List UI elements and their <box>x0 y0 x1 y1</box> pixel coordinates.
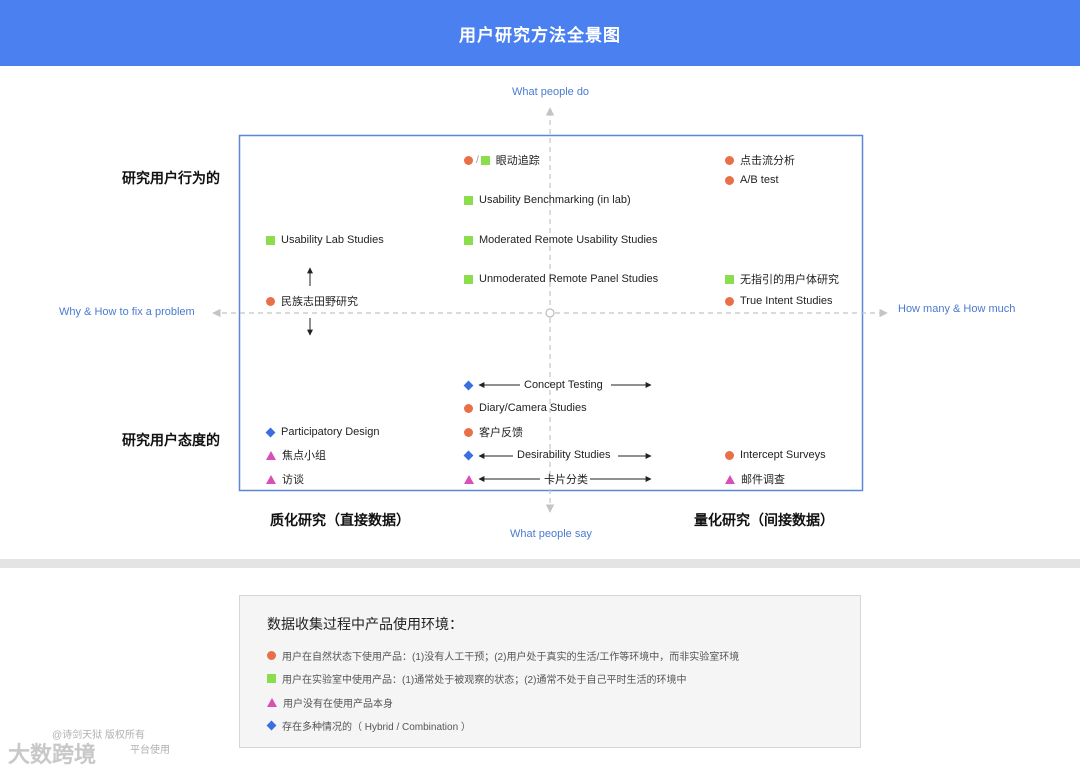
circle-marker <box>725 296 734 306</box>
method-usability-benchmarking: Usability Benchmarking (in lab) <box>464 193 631 207</box>
circle-marker <box>464 155 473 165</box>
legend-text: 用户在实验室中使用产品：(1)通常处于被观察的状态；(2)通常不处于自己平时生活… <box>282 675 687 686</box>
row-label-attitude: 研究用户态度的 <box>122 432 220 448</box>
method-label: 焦点小组 <box>282 450 326 462</box>
square-marker <box>267 674 276 683</box>
method-intercept-surveys: Intercept Surveys <box>725 448 826 462</box>
slash-separator: / <box>476 154 479 166</box>
square-marker <box>464 195 473 205</box>
method-participatory-design: Participatory Design <box>265 425 380 439</box>
diamond-marker <box>463 380 474 390</box>
legend-panel: 数据收集过程中产品使用环境： 用户在自然状态下使用产品：(1)没有人工干预；(2… <box>239 595 861 748</box>
method-label: Diary/Camera Studies <box>479 402 587 414</box>
triangle-marker <box>267 698 277 707</box>
diamond-marker <box>265 427 276 437</box>
method-label: True Intent Studies <box>740 295 833 307</box>
method-label: 无指引的用户体研究 <box>740 274 839 286</box>
method-focus-group: 焦点小组 <box>266 448 326 462</box>
method-label: A/B test <box>740 174 779 186</box>
method-label: Usability Lab Studies <box>281 234 384 246</box>
method-ethnographic: 民族志田野研究 <box>266 294 358 308</box>
watermark-logo: 大数跨境 <box>8 742 97 767</box>
legend-item-square: 用户在实验室中使用产品：(1)通常处于被观察的状态；(2)通常不处于自己平时生活… <box>267 671 686 686</box>
axis-origin <box>545 308 555 318</box>
circle-marker <box>267 651 276 660</box>
page-title: 用户研究方法全景图 <box>459 25 621 45</box>
circle-marker <box>725 175 734 185</box>
method-usability-lab: Usability Lab Studies <box>266 233 384 247</box>
column-label-quantitative: 量化研究（间接数据） <box>694 512 834 528</box>
circle-marker <box>464 427 473 437</box>
legend-item-diamond: 存在多种情况的（ Hybrid / Combination ） <box>266 718 471 733</box>
legend-text: 存在多种情况的（ Hybrid / Combination ） <box>282 722 471 733</box>
column-label-qualitative: 质化研究（直接数据） <box>270 512 410 528</box>
method-card-sorting <box>464 472 480 486</box>
method-label: 邮件调查 <box>741 474 785 486</box>
method-customer-feedback: 客户反馈 <box>464 425 523 439</box>
method-desirability-label: Desirability Studies <box>517 449 611 461</box>
triangle-marker <box>725 474 735 484</box>
method-label: 访谈 <box>282 474 304 486</box>
square-marker <box>725 274 734 284</box>
row-label-behavior: 研究用户行为的 <box>122 170 220 186</box>
legend-text: 用户在自然状态下使用产品：(1)没有人工干预；(2)用户处于真实的生活/工作等环… <box>282 652 740 663</box>
method-eye-tracking: / 眼动追踪 <box>464 153 540 167</box>
section-divider <box>0 559 1080 568</box>
method-label: Usability Benchmarking (in lab) <box>479 194 631 206</box>
method-unmoderated-remote: Unmoderated Remote Panel Studies <box>464 272 658 286</box>
square-marker <box>480 155 490 165</box>
square-marker <box>464 235 473 245</box>
method-card-sorting-label: 卡片分类 <box>544 474 588 486</box>
legend-item-circle: 用户在自然状态下使用产品：(1)没有人工干预；(2)用户处于真实的生活/工作等环… <box>267 648 739 663</box>
method-label: Unmoderated Remote Panel Studies <box>479 273 659 285</box>
method-moderated-remote: Moderated Remote Usability Studies <box>464 233 658 247</box>
method-concept-testing <box>463 378 479 392</box>
legend-item-triangle: 用户没有在使用产品本身 <box>267 695 393 710</box>
axis-label-bottom: What people say <box>510 528 592 540</box>
method-label: Moderated Remote Usability Studies <box>479 234 658 246</box>
triangle-marker <box>266 474 276 484</box>
method-desirability <box>463 448 479 462</box>
method-diary-camera: Diary/Camera Studies <box>464 401 587 415</box>
method-unguided-ux: 无指引的用户体研究 <box>725 272 839 286</box>
triangle-marker <box>266 450 276 460</box>
axis-label-top: What people do <box>512 86 590 98</box>
method-label: 眼动追踪 <box>495 155 540 167</box>
method-concept-testing-label: Concept Testing <box>524 379 603 391</box>
method-email-survey: 邮件调查 <box>725 472 785 486</box>
method-label: 客户反馈 <box>479 427 523 439</box>
method-ab-test: A/B test <box>725 173 779 187</box>
header-banner: 用户研究方法全景图 <box>0 0 1080 66</box>
axis-label-right: How many & How much <box>898 303 1016 315</box>
square-marker <box>266 235 275 245</box>
method-label: 民族志田野研究 <box>281 296 358 308</box>
circle-marker <box>725 450 734 460</box>
method-label: Intercept Surveys <box>740 449 826 461</box>
legend-text: 用户没有在使用产品本身 <box>283 699 393 710</box>
method-true-intent: True Intent Studies <box>725 294 833 308</box>
legend-title: 数据收集过程中产品使用环境： <box>267 616 463 632</box>
axis-label-left: Why & How to fix a problem <box>59 306 195 318</box>
diamond-marker <box>463 450 474 460</box>
method-clickstream: 点击流分析 <box>725 153 795 167</box>
triangle-marker <box>464 474 474 484</box>
diamond-marker <box>266 720 277 731</box>
method-label: Participatory Design <box>281 426 380 438</box>
method-interview: 访谈 <box>266 472 304 486</box>
circle-marker <box>464 403 473 413</box>
square-marker <box>464 274 473 284</box>
method-label: 点击流分析 <box>740 155 795 167</box>
circle-marker <box>266 296 275 306</box>
circle-marker <box>725 155 734 165</box>
